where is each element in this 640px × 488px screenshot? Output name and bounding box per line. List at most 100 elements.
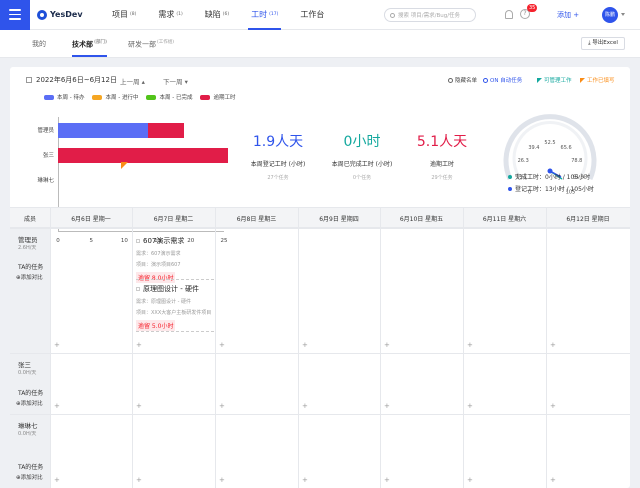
grid-divider (380, 207, 381, 488)
stat-sub: 29个任务 (431, 175, 453, 181)
add-entry-icon[interactable]: + (54, 476, 60, 484)
notification-badge: 35 (527, 4, 538, 12)
member-cell: 管理员 2.6H/天 TA的任务 ⊕添加对比 (10, 228, 50, 353)
add-entry-icon[interactable]: + (467, 341, 473, 349)
export-excel-button[interactable]: ⤓ 导出Excel (581, 37, 625, 50)
nav-label: 缺陷 (204, 10, 221, 19)
search-placeholder: 搜索 项目/需求/Bug/任务 (398, 13, 461, 19)
add-entry-icon[interactable]: + (302, 341, 308, 349)
nav-item-workbench[interactable]: 工作台 (289, 0, 335, 30)
bar-overdue[interactable] (147, 123, 185, 138)
chart-legend: 本周 - 待办 本周 - 进行中 本周 - 已完成 逾期工时 (44, 93, 235, 101)
add-entry-icon[interactable]: + (136, 341, 142, 349)
add-entry-icon[interactable]: + (302, 402, 308, 410)
add-entry-icon[interactable]: + (384, 476, 390, 484)
tab-count: (部门) (94, 40, 108, 45)
auto-task-toggle[interactable]: ON 自动任务 (483, 76, 522, 84)
gauge-tick-label: 78.8 (571, 158, 582, 164)
grid-divider (10, 353, 630, 354)
add-entry-icon[interactable]: + (54, 402, 60, 410)
gauge-tick-label: 39.4 (528, 145, 539, 151)
add-button[interactable]: 添加 + (557, 10, 579, 20)
workable-label: 可管理工作 (544, 78, 572, 84)
add-entry-icon[interactable]: + (467, 402, 473, 410)
menu-icon[interactable] (0, 0, 30, 30)
filled-filter[interactable]: 工作已填写 (580, 76, 615, 84)
auto-task-label: ON 自动任务 (490, 78, 523, 84)
nav-item-bugs[interactable]: 缺陷 (6) (194, 0, 240, 30)
member-name[interactable]: 琳琳七 (18, 420, 38, 430)
add-compare-button[interactable]: ⊕添加对比 (16, 273, 43, 281)
add-entry-icon[interactable]: + (384, 402, 390, 410)
add-compare-button[interactable]: ⊕添加对比 (16, 399, 43, 407)
add-entry-icon[interactable]: + (219, 341, 225, 349)
filled-label: 工作已填写 (587, 78, 615, 84)
nav-item-requirements[interactable]: 需求 (1) (147, 0, 193, 30)
legend-item[interactable]: 本周 - 待办 (44, 93, 84, 101)
legend-item[interactable]: 本周 - 已完成 (146, 93, 192, 101)
task-checkbox[interactable] (136, 287, 140, 291)
member-tasks-link[interactable]: TA的任务 (18, 462, 43, 471)
logo[interactable]: YesDev (37, 9, 89, 20)
tab-rd-group[interactable]: 研发一部(工作组) (128, 39, 174, 49)
nav-item-projects[interactable]: 项目 (8) (101, 0, 147, 30)
logo-icon (37, 9, 47, 20)
task-card[interactable]: 原理图设计 - 硬件 需求：原理图设计 - 硬件 项目：XXX大客户主板研发件项目逾… (136, 284, 216, 331)
legend-item[interactable]: 本周 - 进行中 (92, 93, 138, 101)
chevron-down-icon[interactable] (621, 13, 625, 16)
legend-dot (508, 174, 512, 179)
legend-item[interactable]: 逾期工时 (200, 93, 235, 101)
legend-label: 本周 - 待办 (57, 95, 85, 101)
add-entry-icon[interactable]: + (136, 402, 142, 410)
flag-icon (537, 77, 542, 83)
grid-divider (10, 228, 630, 229)
legend-swatch (44, 94, 54, 100)
task-title: 原理图设计 - 硬件 (143, 285, 199, 293)
member-name[interactable]: 张三 (18, 359, 31, 369)
member-tasks-link[interactable]: TA的任务 (18, 388, 43, 397)
calendar-header: 成员 6月6日 星期一 6月7日 星期二 6月8日 星期三 6月9日 星期四 6月10日… (10, 207, 630, 228)
header-day: 6月11日 星期六 (482, 216, 527, 223)
add-entry-icon[interactable]: + (467, 476, 473, 484)
add-compare-button[interactable]: ⊕添加对比 (16, 473, 43, 481)
add-entry-icon[interactable]: + (136, 476, 142, 484)
prev-week-button[interactable]: 上一周 ▴ (120, 76, 145, 86)
task-checkbox[interactable] (136, 239, 140, 243)
y-tick-label: 琳琳七 (37, 178, 54, 184)
add-entry-icon[interactable]: + (384, 341, 390, 349)
grid-divider (298, 207, 299, 488)
member-tasks-link[interactable]: TA的任务 (18, 262, 43, 271)
bell-icon[interactable] (505, 10, 513, 19)
add-entry-icon[interactable]: + (54, 341, 60, 349)
bar-overdue[interactable] (58, 148, 228, 163)
add-entry-icon[interactable]: + (550, 476, 556, 484)
nav-item-worktime[interactable]: 工时 (17) (240, 0, 289, 30)
add-entry-icon[interactable]: + (550, 341, 556, 349)
tab-label: 研发一部 (128, 40, 156, 49)
stat-label: 逾期工时 (429, 161, 454, 168)
sub-tabs: 我的 技术部(部门) 研发一部(工作组) (0, 30, 640, 58)
add-entry-icon[interactable]: + (219, 402, 225, 410)
task-card[interactable]: 607演示需求 需求：607演示需求 项目：演示项目607 逾留 8.0小时 (136, 236, 216, 283)
add-entry-icon[interactable]: + (219, 476, 225, 484)
bar-todo[interactable] (58, 123, 148, 138)
legend-dot (508, 186, 512, 191)
gauge-tick-label: 65.6 (561, 145, 572, 151)
add-entry-icon[interactable]: + (550, 402, 556, 410)
avatar[interactable]: 陈鹏 (602, 7, 618, 23)
grid-divider (132, 207, 133, 488)
tab-tech-dept[interactable]: 技术部(部门) (72, 39, 108, 58)
next-week-button[interactable]: 下一周 ▾ (163, 76, 188, 86)
tab-mine[interactable]: 我的 (32, 39, 46, 49)
add-entry-icon[interactable]: + (302, 476, 308, 484)
search-input[interactable]: 搜索 项目/需求/Bug/任务 (384, 8, 476, 22)
settings-icon (448, 77, 453, 83)
date-range[interactable]: 2022年6月6日~6月12日 (26, 75, 117, 85)
logo-text: YesDev (50, 10, 83, 19)
member-name[interactable]: 管理员 (18, 234, 38, 244)
workable-filter[interactable]: 可管理工作 (537, 76, 572, 84)
legend-label: 逾期工时 (213, 95, 236, 101)
hide-list-toggle[interactable]: 隐藏名单 (448, 76, 477, 84)
task-project: 项目：XXX大客户主板研发件项目 (136, 310, 212, 316)
grid-divider (546, 207, 547, 488)
